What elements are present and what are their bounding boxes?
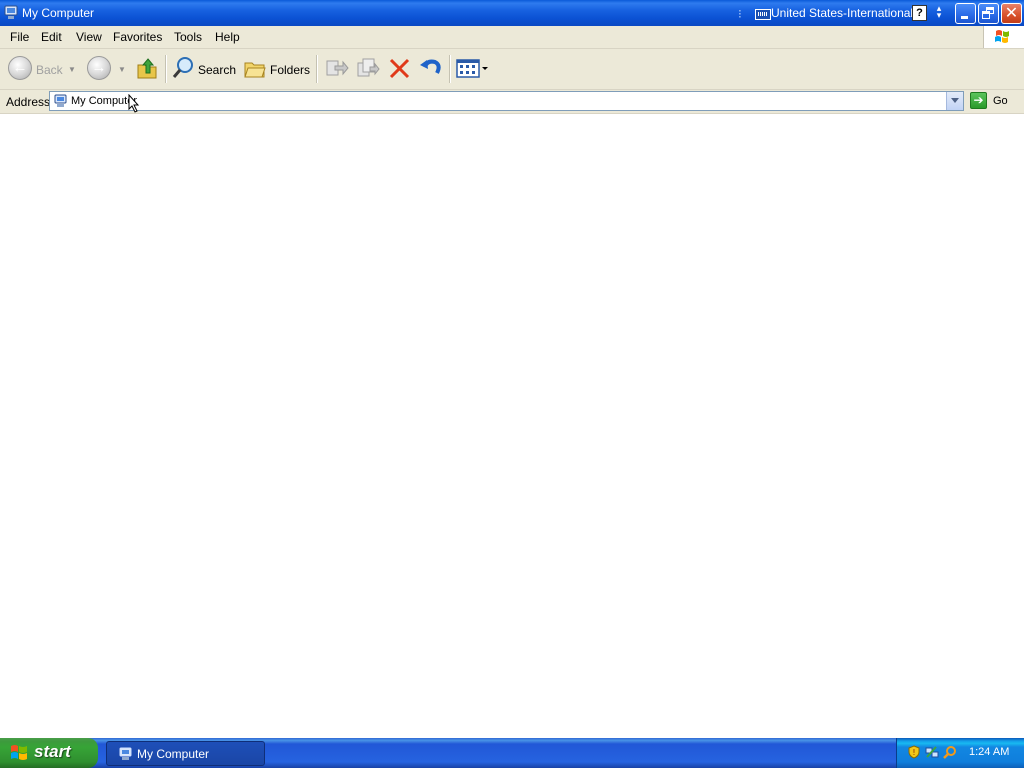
close-icon: ✕ <box>1004 5 1019 22</box>
up-folder-icon <box>134 58 160 84</box>
forward-button[interactable]: → ▼ <box>87 55 127 83</box>
menu-view[interactable]: View <box>76 30 102 44</box>
back-dropdown-icon[interactable]: ▼ <box>68 65 76 74</box>
search-icon[interactable] <box>943 745 957 759</box>
undo-icon <box>418 59 444 84</box>
copy-to-button[interactable] <box>355 55 381 83</box>
toolbar-separator <box>449 55 451 83</box>
move-to-icon <box>323 60 349 84</box>
search-icon <box>171 55 197 84</box>
computer-icon <box>54 94 67 108</box>
address-label: Address <box>6 95 51 109</box>
back-button[interactable]: ← Back ▼ <box>8 55 78 83</box>
taskbar: start My Computer ! 1:24 AM <box>0 738 1024 768</box>
search-button[interactable]: Search <box>171 55 237 84</box>
toolbar-separator <box>165 55 167 83</box>
close-button[interactable]: ✕ <box>1001 3 1022 24</box>
forward-dropdown-icon[interactable]: ▼ <box>118 65 126 74</box>
restore-button[interactable] <box>978 3 999 24</box>
window-title: My Computer <box>22 6 95 20</box>
up-button[interactable] <box>134 55 160 83</box>
delete-button[interactable] <box>387 55 413 83</box>
menu-tools[interactable]: Tools <box>174 30 202 44</box>
computer-icon <box>119 747 132 761</box>
search-label: Search <box>198 63 237 77</box>
start-button[interactable]: start <box>0 738 98 768</box>
clock[interactable]: 1:24 AM <box>969 746 1009 758</box>
title-bar[interactable]: My Computer ⁝ United States-Internationa… <box>0 0 1024 26</box>
address-input[interactable]: My Computer <box>49 91 964 111</box>
undo-button[interactable] <box>418 55 444 83</box>
forward-icon: → <box>87 56 111 80</box>
svg-text:!: ! <box>912 748 915 757</box>
folders-icon <box>242 55 268 84</box>
mouse-cursor-icon <box>128 93 140 114</box>
explorer-window: My Computer ⁝ United States-Internationa… <box>0 0 1024 738</box>
address-dropdown-button[interactable] <box>946 92 963 110</box>
go-label: Go <box>993 95 1008 107</box>
folder-content-area[interactable] <box>0 114 1024 738</box>
windows-logo-icon <box>10 744 28 762</box>
toolbar-separator <box>316 55 318 83</box>
taskbar-item-label: My Computer <box>137 747 210 761</box>
folders-label: Folders <box>270 63 311 77</box>
menu-favorites[interactable]: Favorites <box>113 30 162 44</box>
language-label[interactable]: United States-International <box>771 6 913 20</box>
minimize-icon <box>961 16 968 19</box>
network-icon[interactable] <box>925 745 939 759</box>
language-bar-options-icon[interactable]: ▴ ▾ <box>935 4 943 21</box>
menu-edit[interactable]: Edit <box>41 30 62 44</box>
taskbar-item-my-computer[interactable]: My Computer <box>106 741 265 766</box>
help-icon[interactable]: ? <box>912 5 927 21</box>
keyboard-icon <box>755 9 771 20</box>
delete-icon <box>387 58 413 84</box>
minimize-button[interactable] <box>955 3 976 24</box>
start-label: start <box>34 742 71 761</box>
folders-button[interactable]: Folders <box>242 55 311 84</box>
back-label: Back <box>36 63 63 77</box>
menu-bar: File Edit View Favorites Tools Help <box>0 26 1024 49</box>
move-to-button[interactable] <box>323 55 349 83</box>
computer-icon <box>4 5 18 20</box>
go-button[interactable]: ➔ Go <box>968 91 1020 111</box>
views-icon <box>455 59 491 84</box>
windows-logo-icon <box>983 26 1024 48</box>
go-icon: ➔ <box>970 92 987 109</box>
standard-toolbar: ← Back ▼ → ▼ Search Folders <box>0 49 1024 90</box>
copy-to-icon <box>355 58 381 84</box>
menu-file[interactable]: File <box>10 30 29 44</box>
back-icon: ← <box>8 56 32 80</box>
language-bar-handle[interactable]: ⁝ <box>738 7 742 21</box>
views-button[interactable] <box>455 55 491 83</box>
system-tray: ! 1:24 AM <box>896 738 1024 768</box>
menu-help[interactable]: Help <box>215 30 240 44</box>
address-bar: Address My Computer ➔ Go <box>0 90 1024 114</box>
language-bar[interactable]: ⁝ United States-International ? ▴ ▾ <box>736 4 952 22</box>
shield-icon[interactable]: ! <box>907 745 921 759</box>
